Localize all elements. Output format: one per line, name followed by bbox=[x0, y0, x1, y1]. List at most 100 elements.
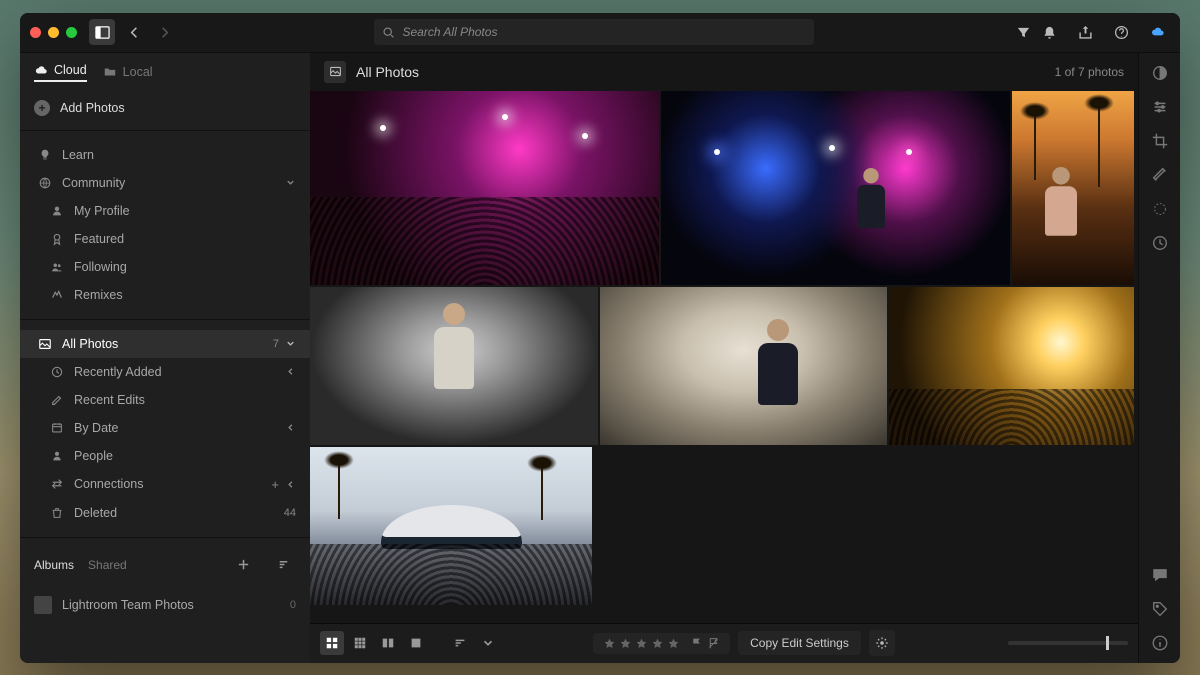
info-button[interactable] bbox=[1150, 633, 1170, 653]
minimize-window[interactable] bbox=[48, 27, 59, 38]
rating-bar bbox=[593, 633, 730, 654]
ribbon-icon bbox=[50, 232, 64, 246]
maximize-window[interactable] bbox=[66, 27, 77, 38]
photo-thumbnail[interactable] bbox=[661, 91, 1010, 285]
zoom-handle[interactable] bbox=[1106, 636, 1109, 650]
edit-panel-button[interactable] bbox=[1150, 97, 1170, 117]
view-compare-button[interactable] bbox=[376, 631, 400, 655]
flag-reject-icon bbox=[707, 637, 720, 650]
sidebar-item-learn[interactable]: Learn bbox=[20, 141, 310, 169]
folder-icon bbox=[103, 65, 117, 79]
chevron-left-icon bbox=[285, 479, 296, 490]
user-icon bbox=[50, 204, 64, 218]
search-placeholder: Search All Photos bbox=[403, 25, 498, 39]
crop-panel-button[interactable] bbox=[1150, 131, 1170, 151]
photo-thumbnail[interactable] bbox=[310, 287, 598, 445]
photo-thumbnail[interactable] bbox=[889, 287, 1134, 445]
search-icon bbox=[382, 26, 395, 39]
star-icon bbox=[635, 637, 648, 650]
lightbulb-icon bbox=[38, 148, 52, 162]
tone-panel-button[interactable] bbox=[1150, 63, 1170, 83]
cloud-sync-button[interactable] bbox=[1144, 19, 1170, 45]
filter-button[interactable] bbox=[1010, 19, 1036, 45]
photo-thumbnail[interactable] bbox=[1012, 91, 1134, 285]
versions-panel-button[interactable] bbox=[1150, 233, 1170, 253]
flag-controls[interactable] bbox=[690, 637, 720, 650]
copy-edit-settings-button[interactable]: Copy Edit Settings bbox=[738, 631, 861, 655]
connections-icon bbox=[50, 477, 64, 491]
right-toolbar bbox=[1138, 53, 1180, 663]
settings-button[interactable] bbox=[869, 630, 895, 656]
sidebar-item-by-date[interactable]: By Date bbox=[20, 414, 310, 442]
photos-icon bbox=[38, 337, 52, 351]
albums-tab[interactable]: Albums bbox=[34, 558, 74, 572]
view-square-grid-button[interactable] bbox=[348, 631, 372, 655]
flag-pick-icon bbox=[690, 637, 703, 650]
tab-cloud[interactable]: Cloud bbox=[34, 63, 87, 82]
remix-icon bbox=[50, 288, 64, 302]
notifications-button[interactable] bbox=[1036, 19, 1062, 45]
photo-count: 1 of 7 photos bbox=[1055, 65, 1124, 79]
chevron-left-icon bbox=[285, 366, 296, 377]
photo-grid bbox=[310, 91, 1138, 623]
sidebar-item-community[interactable]: Community bbox=[20, 169, 310, 197]
search-input[interactable]: Search All Photos bbox=[374, 19, 814, 45]
sidebar-item-people[interactable]: People bbox=[20, 442, 310, 470]
content-header: All Photos 1 of 7 photos bbox=[310, 53, 1138, 91]
view-detail-button[interactable] bbox=[404, 631, 428, 655]
sort-albums-button[interactable] bbox=[270, 552, 296, 578]
toggle-sidebar-button[interactable] bbox=[89, 19, 115, 45]
sidebar-item-profile[interactable]: My Profile bbox=[20, 197, 310, 225]
main-panel: All Photos 1 of 7 photos bbox=[310, 53, 1138, 663]
app-window: Search All Photos Cloud Local bbox=[20, 13, 1180, 663]
titlebar: Search All Photos bbox=[20, 13, 1180, 53]
photo-thumbnail[interactable] bbox=[310, 447, 592, 605]
close-window[interactable] bbox=[30, 27, 41, 38]
sort-direction-button[interactable] bbox=[476, 631, 500, 655]
add-album-button[interactable] bbox=[230, 552, 256, 578]
view-icon bbox=[324, 61, 346, 83]
source-tabs: Cloud Local bbox=[20, 53, 310, 90]
comments-button[interactable] bbox=[1150, 565, 1170, 585]
help-button[interactable] bbox=[1108, 19, 1134, 45]
star-icon bbox=[619, 637, 632, 650]
trash-icon bbox=[50, 506, 64, 520]
chevron-left-icon bbox=[285, 422, 296, 433]
share-button[interactable] bbox=[1072, 19, 1098, 45]
sidebar: Cloud Local + Add Photos Learn C bbox=[20, 53, 310, 663]
cloud-icon bbox=[34, 63, 48, 77]
star-icon bbox=[651, 637, 664, 650]
sidebar-item-featured[interactable]: Featured bbox=[20, 225, 310, 253]
star-icon bbox=[603, 637, 616, 650]
shared-tab[interactable]: Shared bbox=[88, 558, 127, 572]
tab-local[interactable]: Local bbox=[103, 63, 153, 82]
zoom-slider[interactable] bbox=[1008, 641, 1128, 645]
nav-forward-button[interactable] bbox=[151, 19, 177, 45]
sidebar-item-recent-edits[interactable]: Recent Edits bbox=[20, 386, 310, 414]
sidebar-item-recently-added[interactable]: Recently Added bbox=[20, 358, 310, 386]
edit-icon bbox=[50, 393, 64, 407]
masking-panel-button[interactable] bbox=[1150, 199, 1170, 219]
sidebar-item-all-photos[interactable]: All Photos 7 bbox=[20, 330, 310, 358]
album-thumbnail bbox=[34, 596, 52, 614]
globe-icon bbox=[38, 176, 52, 190]
sidebar-item-remixes[interactable]: Remixes bbox=[20, 281, 310, 309]
healing-panel-button[interactable] bbox=[1150, 165, 1170, 185]
add-photos-button[interactable]: + Add Photos bbox=[20, 90, 310, 126]
star-rating[interactable] bbox=[603, 637, 680, 650]
sidebar-item-following[interactable]: Following bbox=[20, 253, 310, 281]
star-icon bbox=[667, 637, 680, 650]
clock-icon bbox=[50, 365, 64, 379]
view-grid-button[interactable] bbox=[320, 631, 344, 655]
sidebar-item-connections[interactable]: Connections + bbox=[20, 470, 310, 499]
albums-header: Albums Shared bbox=[20, 542, 310, 588]
sort-button[interactable] bbox=[448, 631, 472, 655]
photo-thumbnail[interactable] bbox=[310, 91, 659, 285]
person-icon bbox=[50, 449, 64, 463]
keywords-button[interactable] bbox=[1150, 599, 1170, 619]
album-item[interactable]: Lightroom Team Photos 0 bbox=[20, 588, 310, 622]
sidebar-item-deleted[interactable]: Deleted 44 bbox=[20, 499, 310, 527]
photo-thumbnail-selected[interactable] bbox=[600, 287, 888, 445]
calendar-icon bbox=[50, 421, 64, 435]
nav-back-button[interactable] bbox=[121, 19, 147, 45]
